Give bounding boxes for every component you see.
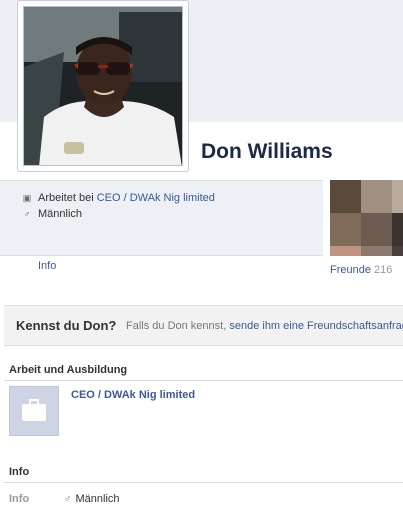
friend-thumbnail[interactable] bbox=[361, 213, 392, 246]
friends-label: Freunde bbox=[330, 264, 371, 276]
divider bbox=[4, 380, 403, 381]
work-info-line: ▣ Arbeitet bei CEO / DWAk Nig limited bbox=[22, 192, 215, 204]
do-you-know-text: Falls du Don kennst, sende ihm eine Freu… bbox=[126, 320, 403, 332]
briefcase-icon: ▣ bbox=[22, 192, 32, 203]
info-gender-text: Männlich bbox=[75, 493, 120, 505]
friend-thumbnail[interactable] bbox=[361, 180, 392, 213]
friend-thumbnail[interactable] bbox=[392, 246, 403, 256]
friends-count: 216 bbox=[374, 264, 393, 276]
friend-thumbnail[interactable] bbox=[392, 180, 403, 213]
friend-thumbnail[interactable] bbox=[392, 213, 403, 246]
info-section-heading: Info bbox=[9, 466, 30, 478]
friends-link[interactable]: Freunde 216 bbox=[330, 264, 392, 276]
profile-photo bbox=[23, 6, 183, 166]
do-you-know-title: Kennst du Don? bbox=[16, 318, 117, 333]
work-education-heading: Arbeit und Ausbildung bbox=[9, 364, 128, 376]
gender-value: Männlich bbox=[38, 208, 83, 220]
employer-name-link[interactable]: CEO / DWAk Nig limited bbox=[71, 389, 195, 401]
basic-info-panel: ▣ Arbeitet bei CEO / DWAk Nig limited ♂ … bbox=[0, 180, 323, 256]
divider bbox=[4, 482, 403, 483]
male-icon: ♂ bbox=[64, 493, 72, 505]
friends-thumbnail-grid[interactable] bbox=[330, 180, 403, 256]
info-key-label: Info bbox=[9, 493, 30, 505]
send-friend-request-link[interactable]: sende ihm eine Freundschaftsanfrage bbox=[229, 320, 403, 332]
do-you-know-prefix: Falls du Don kennst, bbox=[126, 320, 227, 332]
gender-info-line: ♂ Männlich bbox=[22, 208, 82, 220]
friend-thumbnail[interactable] bbox=[361, 246, 392, 256]
profile-name: Don Williams bbox=[201, 140, 333, 163]
profile-picture[interactable] bbox=[17, 0, 189, 172]
friend-thumbnail[interactable] bbox=[330, 246, 361, 256]
friend-thumbnail[interactable] bbox=[330, 180, 361, 213]
employer-link[interactable]: CEO / DWAk Nig limited bbox=[97, 192, 215, 204]
employer-icon bbox=[9, 386, 59, 436]
do-you-know-box: Kennst du Don? Falls du Don kennst, send… bbox=[4, 305, 403, 346]
friend-thumbnail[interactable] bbox=[330, 213, 361, 246]
male-icon: ♂ bbox=[23, 209, 31, 219]
tab-info[interactable]: Info bbox=[38, 260, 56, 272]
work-prefix: Arbeitet bei bbox=[38, 192, 94, 204]
info-gender-value: ♂ Männlich bbox=[64, 493, 120, 505]
